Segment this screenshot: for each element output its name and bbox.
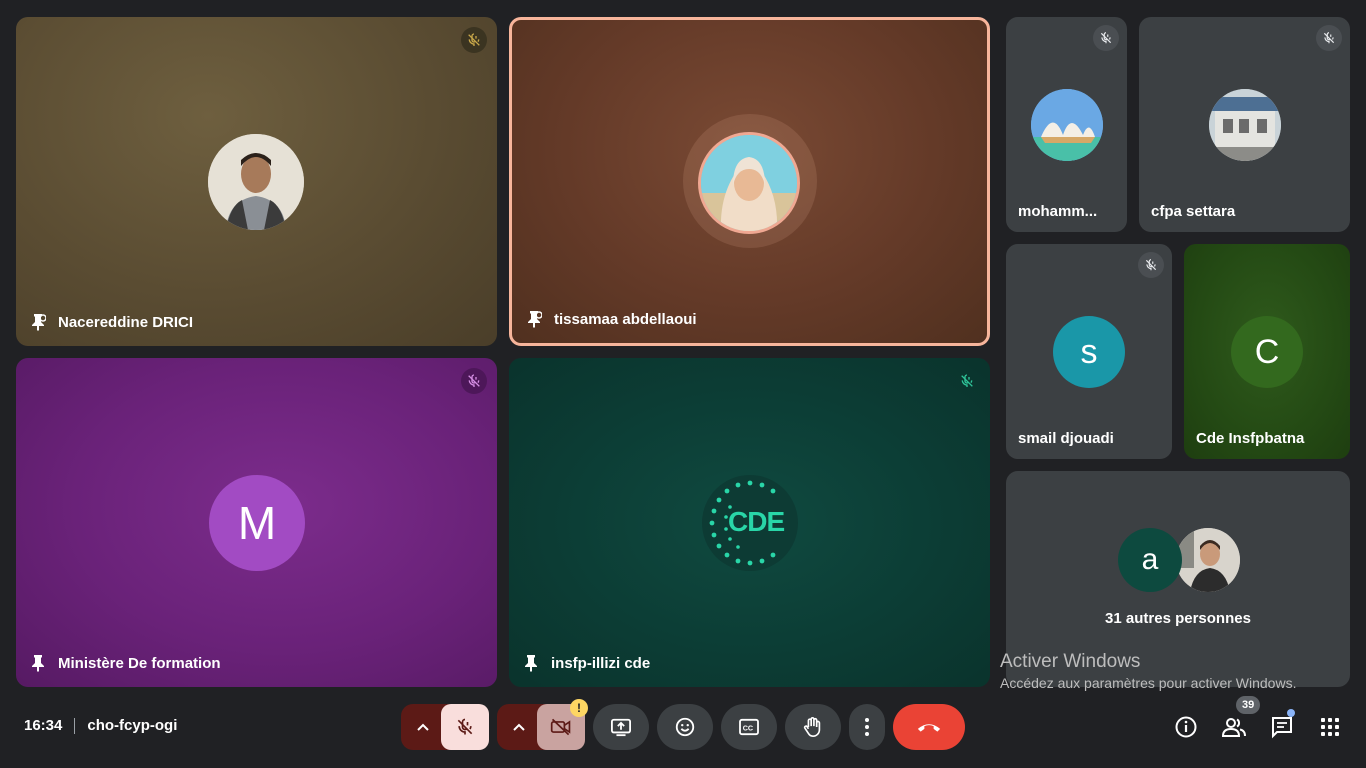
mic-off-icon (1093, 25, 1119, 51)
chat-icon (1272, 717, 1292, 739)
pin-icon[interactable] (521, 653, 541, 673)
people-button[interactable] (1220, 713, 1248, 741)
participant-tile-smail[interactable]: s smail djouadi (1006, 244, 1172, 459)
avatar: M (209, 475, 305, 571)
avatar (1031, 89, 1103, 161)
chat-button[interactable] (1268, 713, 1296, 741)
avatar (1209, 89, 1281, 161)
participant-name: insfp-illizi cde (521, 653, 650, 673)
mic-off-icon (1138, 252, 1164, 278)
mic-toggle-button[interactable] (441, 704, 489, 750)
audio-options-button[interactable] (401, 704, 445, 750)
participant-tile-nacereddine[interactable]: Nacereddine DRICI (16, 17, 497, 346)
camera-off-icon (550, 718, 571, 736)
participant-name: mohamm... (1018, 203, 1098, 220)
chat-unread-dot (1287, 709, 1295, 717)
windows-activation-watermark: Activer Windows Accédez aux paramètres p… (1000, 651, 1296, 691)
participant-tile-cfpa[interactable]: cfpa settara (1139, 17, 1350, 232)
pin-icon[interactable] (28, 312, 48, 332)
people-count-badge: 39 (1236, 696, 1261, 714)
mic-off-icon (1316, 25, 1342, 51)
participant-tile-tissamaa[interactable]: tissamaa abdellaoui (509, 17, 990, 346)
watermark-subtitle: Accédez aux paramètres pour activer Wind… (1000, 675, 1297, 691)
info-icon (1175, 716, 1197, 738)
pin-icon[interactable] (524, 309, 544, 329)
avatar: s (1053, 316, 1125, 388)
hand-icon (803, 717, 821, 737)
avatar: C (1231, 316, 1303, 388)
activities-button[interactable] (1316, 713, 1344, 741)
meeting-code: cho-fcyp-ogi (87, 717, 178, 734)
others-label: 31 autres personnes (1105, 610, 1251, 627)
pin-icon[interactable] (28, 653, 48, 673)
people-icon (1221, 718, 1246, 737)
raise-hand-button[interactable] (785, 704, 841, 750)
mic-off-icon (461, 27, 487, 53)
camera-warning-badge: ! (570, 699, 588, 717)
participant-name: tissamaa abdellaoui (524, 309, 697, 329)
participant-name: Ministère De formation (28, 653, 221, 673)
video-options-button[interactable] (497, 704, 541, 750)
control-bar: 16:34 cho-fcyp-ogi ! CC 39 (0, 696, 1366, 768)
captions-icon: CC (739, 718, 759, 736)
cde-logo: CDE (702, 475, 798, 571)
chevron-up-icon (417, 723, 429, 731)
meeting-details-button[interactable] (1172, 713, 1200, 741)
present-icon (611, 718, 631, 737)
more-icon (865, 718, 869, 736)
emoji-icon (675, 717, 695, 737)
participant-name: Cde Insfpbatna (1196, 430, 1305, 447)
mic-off-icon (457, 718, 473, 735)
leave-call-button[interactable] (893, 704, 965, 750)
reactions-button[interactable] (657, 704, 713, 750)
apps-icon (1321, 718, 1339, 736)
meeting-info: 16:34 cho-fcyp-ogi (24, 717, 177, 734)
participant-tile-cde-batna[interactable]: C Cde Insfpbatna (1184, 244, 1350, 459)
captions-button[interactable]: CC (721, 704, 777, 750)
avatar (208, 134, 304, 230)
participant-tile-mohamm[interactable]: mohamm... (1006, 17, 1127, 232)
clock: 16:34 (24, 717, 63, 734)
mic-off-icon (461, 368, 487, 394)
watermark-title: Activer Windows (1000, 651, 1141, 672)
participant-tile-ministere[interactable]: M Ministère De formation (16, 358, 497, 687)
end-call-icon (917, 724, 941, 732)
participant-tile-insfp-illizi[interactable]: CDE insfp-illizi cde (509, 358, 990, 687)
avatar (698, 132, 800, 234)
participant-name: cfpa settara (1151, 203, 1236, 220)
participant-name: smail djouadi (1018, 430, 1114, 447)
more-options-button[interactable] (849, 704, 885, 750)
svg-text:CC: CC (743, 724, 753, 733)
divider (74, 717, 76, 734)
mic-off-icon (954, 368, 980, 394)
avatar (1176, 528, 1240, 592)
participant-name: Nacereddine DRICI (28, 312, 193, 332)
present-button[interactable] (593, 704, 649, 750)
chevron-up-icon (513, 723, 525, 731)
avatar: a (1118, 528, 1182, 592)
